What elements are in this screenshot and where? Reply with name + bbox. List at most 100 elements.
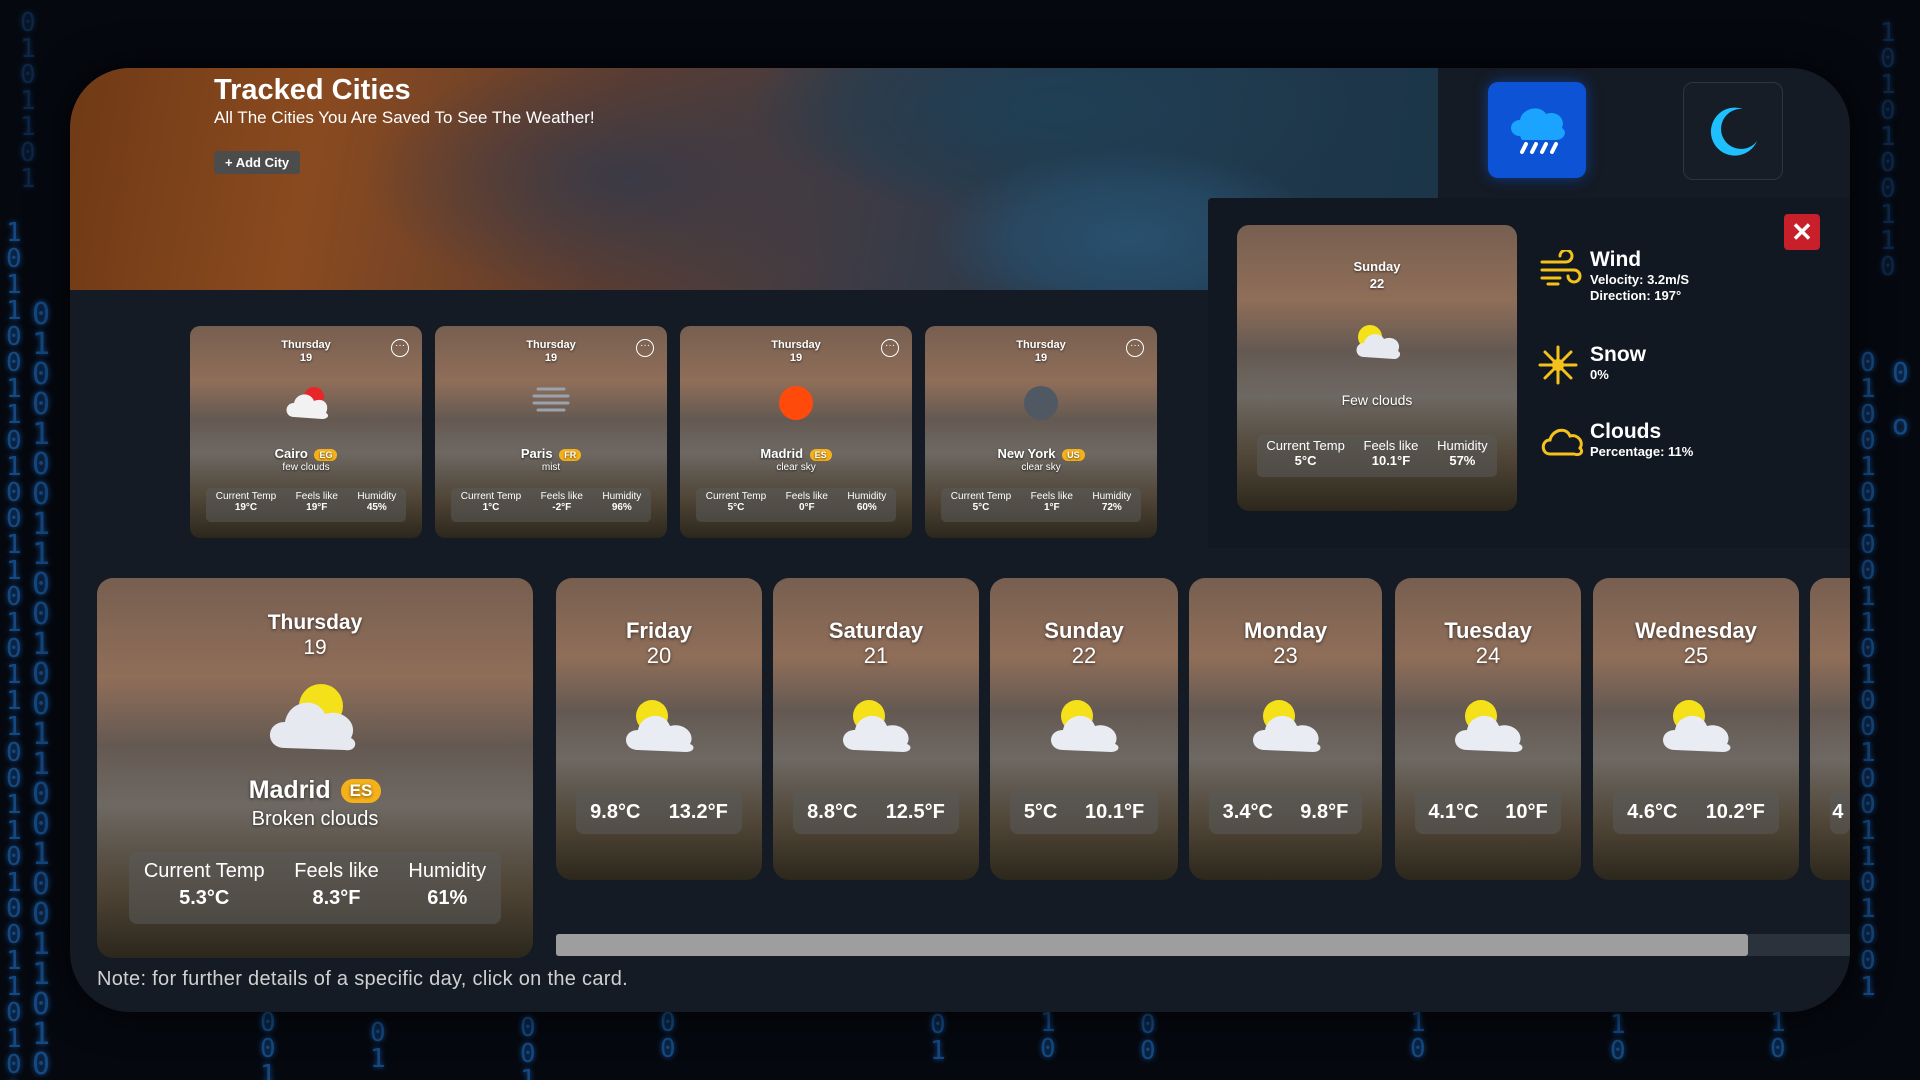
binary-column: 1 0 <box>1610 1010 1626 1066</box>
temp-fahrenheit: 10.1°F <box>1085 800 1145 823</box>
stat-label: Humidity <box>357 491 397 502</box>
temp-celsius: 4.6°C <box>1627 800 1678 823</box>
add-city-button[interactable]: + Add City <box>214 151 301 174</box>
sun-icon <box>776 383 816 428</box>
humidity-value: 72% <box>1101 502 1122 513</box>
moon-night-icon <box>1021 383 1061 428</box>
detail-date: 22 <box>1369 276 1385 291</box>
mist-icon <box>528 383 574 422</box>
stat-label: Current Temp <box>705 491 767 502</box>
page-subtitle: All The Cities You Are Saved To See The … <box>214 108 595 127</box>
current-temp-value: 5°C <box>1294 453 1317 468</box>
country-badge: EG <box>314 448 338 461</box>
more-options-icon[interactable]: ··· <box>391 339 410 357</box>
sun-cloud-icon <box>1041 696 1127 761</box>
night-mode-button[interactable] <box>1683 82 1783 180</box>
card-date: 19 <box>789 352 803 364</box>
wind-title: Wind <box>1590 248 1642 271</box>
temp-celsius: 9.8°C <box>590 800 641 823</box>
feels-like-value: -2°F <box>552 502 572 513</box>
clouds-value: Percentage: 11% <box>1590 444 1694 459</box>
stat-label: Humidity <box>408 860 487 882</box>
today-day: Thursday <box>267 611 363 634</box>
more-options-icon[interactable]: ··· <box>1126 339 1145 357</box>
close-button[interactable]: ✕ <box>1784 214 1820 250</box>
wind-direction: Direction: 197° <box>1590 288 1682 303</box>
temp-fahrenheit: 12.5°F <box>885 800 945 823</box>
sun-cloud-icon <box>616 696 702 761</box>
forecast-day-card[interactable]: Tuesday 24 4.1°C 10°F <box>1395 578 1581 880</box>
wind-velocity: Velocity: 3.2m/S <box>1590 272 1689 287</box>
humidity-value: 96% <box>611 502 632 513</box>
forecast-scrollbar[interactable] <box>556 934 1850 956</box>
more-options-icon[interactable]: ··· <box>636 339 655 357</box>
forecast-temps: 5°C 10.1°F <box>1010 790 1158 834</box>
card-stats: Current Temp 5°C Feels like 0°F Humidity 60% <box>696 488 897 522</box>
feels-like-value: 19°F <box>306 502 328 513</box>
current-temp-value: 1°C <box>482 502 500 513</box>
snow-title: Snow <box>1590 343 1646 366</box>
forecast-temps: 8.8°C 12.5°F <box>793 790 959 834</box>
forecast-date: 24 <box>1475 643 1501 668</box>
forecast-day-card[interactable]: Monday 23 3.4°C 9.8°F <box>1189 578 1382 880</box>
temp-fahrenheit: 9.8°F <box>1300 800 1349 823</box>
card-date: 19 <box>1034 352 1048 364</box>
stat-label: Current Temp <box>1266 438 1345 453</box>
card-day: Thursday <box>526 339 576 351</box>
feels-like-value: 10.1°F <box>1371 453 1411 468</box>
card-date: 19 <box>299 352 313 364</box>
rain-cloud-icon <box>1511 108 1565 154</box>
card-city: Madrid ES <box>680 446 912 461</box>
forecast-day-card[interactable]: Friday 20 9.8°C 13.2°F <box>556 578 762 880</box>
temp-celsius: 4.1°C <box>1428 800 1479 823</box>
card-day: Thursday <box>771 339 821 351</box>
forecast-day-card[interactable]: Sunday 22 5°C 10.1°F <box>990 578 1178 880</box>
forecast-day-card[interactable]: Saturday 21 8.8°C 12.5°F <box>773 578 979 880</box>
stat-label: Humidity <box>1437 438 1488 453</box>
forecast-day-card[interactable]: 4 <box>1810 578 1850 880</box>
forecast-temps: 3.4°C 9.8°F <box>1209 790 1362 834</box>
forecast-day: Monday <box>1243 618 1328 643</box>
sun-cloud-icon <box>1356 325 1401 359</box>
card-description: clear sky <box>776 462 816 473</box>
sun-cloud-icon <box>833 696 919 761</box>
sun-cloud-icon <box>270 684 356 751</box>
forecast-day-card[interactable]: Wednesday 25 4.6°C 10.2°F <box>1593 578 1799 880</box>
city-card[interactable]: Thursday 19 ··· Paris FR mist Current Temp 1°C… <box>435 326 668 538</box>
forecast-temps: 4.6°C 10.2°F <box>1613 790 1779 834</box>
card-stats: Current Temp 1°C Feels like -2°F Humidity 96% <box>451 488 652 522</box>
country-badge: FR <box>559 448 582 461</box>
today-card[interactable]: Thursday 19 Madrid ES Broken clouds Curr… <box>97 578 533 958</box>
city-card[interactable]: Thursday 19 ··· New York US clear sky Current… <box>925 326 1158 538</box>
card-day: Thursday <box>1016 339 1066 351</box>
stat-label: Current Temp <box>143 860 265 882</box>
wind-stat: Wind Velocity: 3.2m/S Direction: 197° <box>1540 248 1689 304</box>
binary-column: 0 1 <box>370 1018 386 1074</box>
humidity-value: 57% <box>1449 453 1476 468</box>
forecast-temps: 4.1°C 10°F <box>1415 790 1561 834</box>
temp-celsius: 3.4°C <box>1222 800 1273 823</box>
more-options-icon[interactable]: ··· <box>881 339 900 357</box>
current-temp-value: 5°C <box>727 502 745 513</box>
moon-icon <box>1710 107 1757 156</box>
sun-cloud-icon <box>1243 696 1329 761</box>
humidity-value: 45% <box>366 502 387 513</box>
scrollbar-thumb[interactable] <box>556 934 1748 956</box>
current-temp-value: 5°C <box>972 502 990 513</box>
detail-day-card: Sunday 22 Few clouds Current Temp 5°C Fee… <box>1237 225 1517 511</box>
stat-label: Feels like <box>1030 491 1073 502</box>
forecast-day: Sunday <box>1044 618 1124 643</box>
binary-column: 1 0 <box>1040 1008 1056 1064</box>
city-name: Madrid <box>760 446 804 461</box>
city-card[interactable]: Thursday 19 ··· Madrid ES clear sky Current T… <box>680 326 913 538</box>
card-description: clear sky <box>1021 462 1061 473</box>
forecast-date: 23 <box>1273 643 1298 668</box>
clouds-title: Clouds <box>1590 420 1662 443</box>
city-card[interactable]: Thursday 19 ··· Cairo EG few clouds Current T… <box>190 326 423 538</box>
sun-cloud-icon <box>1653 696 1739 761</box>
rain-view-button[interactable] <box>1488 82 1586 178</box>
stat-label: Feels like <box>294 860 379 882</box>
card-city: New York US <box>925 446 1157 461</box>
binary-column: 0 0 <box>1140 1010 1156 1066</box>
snowflake-icon <box>1538 345 1578 385</box>
